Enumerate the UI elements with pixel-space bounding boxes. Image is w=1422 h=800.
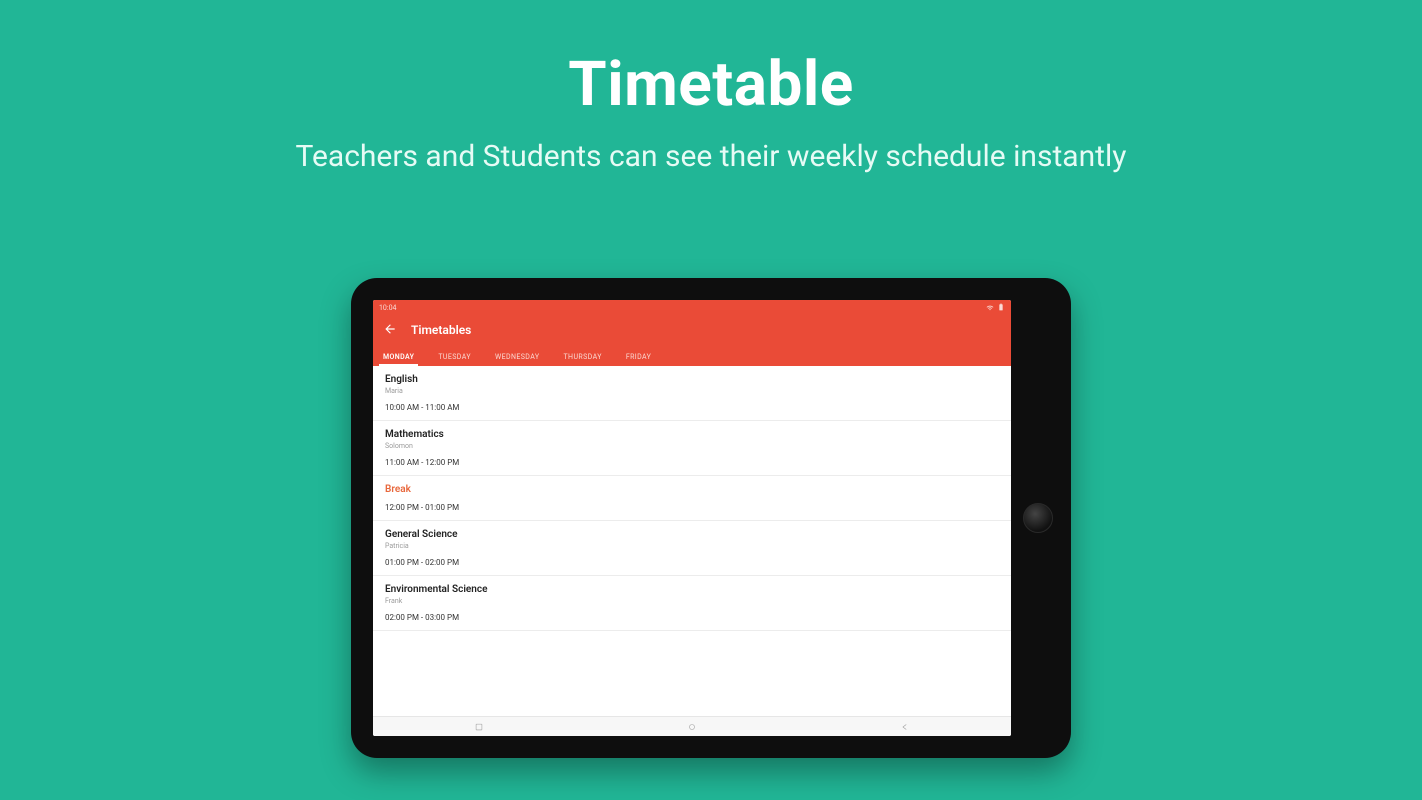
item-time: 11:00 AM - 12:00 PM [385,458,999,467]
timetable-item[interactable]: Mathematics Solomon 11:00 AM - 12:00 PM [373,421,1011,476]
item-time: 02:00 PM - 03:00 PM [385,613,999,622]
nav-recent-icon[interactable] [474,717,484,736]
item-title: Mathematics [385,429,999,440]
app-bar: Timetables [373,316,1011,344]
status-time: 10:04 [379,304,396,312]
item-time: 10:00 AM - 11:00 AM [385,403,999,412]
tab-thursday[interactable]: THURSDAY [559,349,605,366]
status-bar: 10:04 [373,300,1011,316]
timetable-item[interactable]: Break 12:00 PM - 01:00 PM [373,476,1011,521]
item-subtitle: Maria [385,387,999,395]
tab-wednesday[interactable]: WEDNESDAY [491,349,543,366]
status-icons [986,303,1005,313]
item-title: Environmental Science [385,584,999,595]
nav-home-icon[interactable] [687,717,697,736]
tablet-frame: 10:04 Timetables MONDAY TUESDAY WEDNESDAY T… [351,278,1071,758]
timetable-item[interactable]: Environmental Science Frank 02:00 PM - 03:… [373,576,1011,631]
item-time: 01:00 PM - 02:00 PM [385,558,999,567]
nav-back-icon[interactable] [900,717,910,736]
item-title: English [385,374,999,385]
home-button[interactable] [1023,503,1053,533]
back-icon[interactable] [383,321,397,340]
item-title: Break [385,484,999,495]
day-tabs: MONDAY TUESDAY WEDNESDAY THURSDAY FRIDAY [373,344,1011,366]
tab-tuesday[interactable]: TUESDAY [434,349,475,366]
item-time: 12:00 PM - 01:00 PM [385,503,999,512]
wifi-icon [986,303,994,313]
tab-monday[interactable]: MONDAY [379,349,418,366]
system-nav-bar [373,716,1011,736]
tab-friday[interactable]: FRIDAY [622,349,655,366]
item-subtitle: Patricia [385,542,999,550]
hero: Timetable Teachers and Students can see … [0,0,1422,174]
timetable-item[interactable]: English Maria 10:00 AM - 11:00 AM [373,366,1011,421]
hero-title: Timetable [0,48,1422,121]
item-subtitle: Frank [385,597,999,605]
app-bar-title: Timetables [411,323,471,337]
timetable-list[interactable]: English Maria 10:00 AM - 11:00 AM Mathemati… [373,366,1011,716]
item-subtitle: Solomon [385,442,999,450]
tablet-screen: 10:04 Timetables MONDAY TUESDAY WEDNESDAY T… [373,300,1011,736]
item-title: General Science [385,529,999,540]
timetable-item[interactable]: General Science Patricia 01:00 PM - 02:00 … [373,521,1011,576]
battery-icon [997,303,1005,313]
hero-subtitle: Teachers and Students can see their week… [0,139,1422,174]
